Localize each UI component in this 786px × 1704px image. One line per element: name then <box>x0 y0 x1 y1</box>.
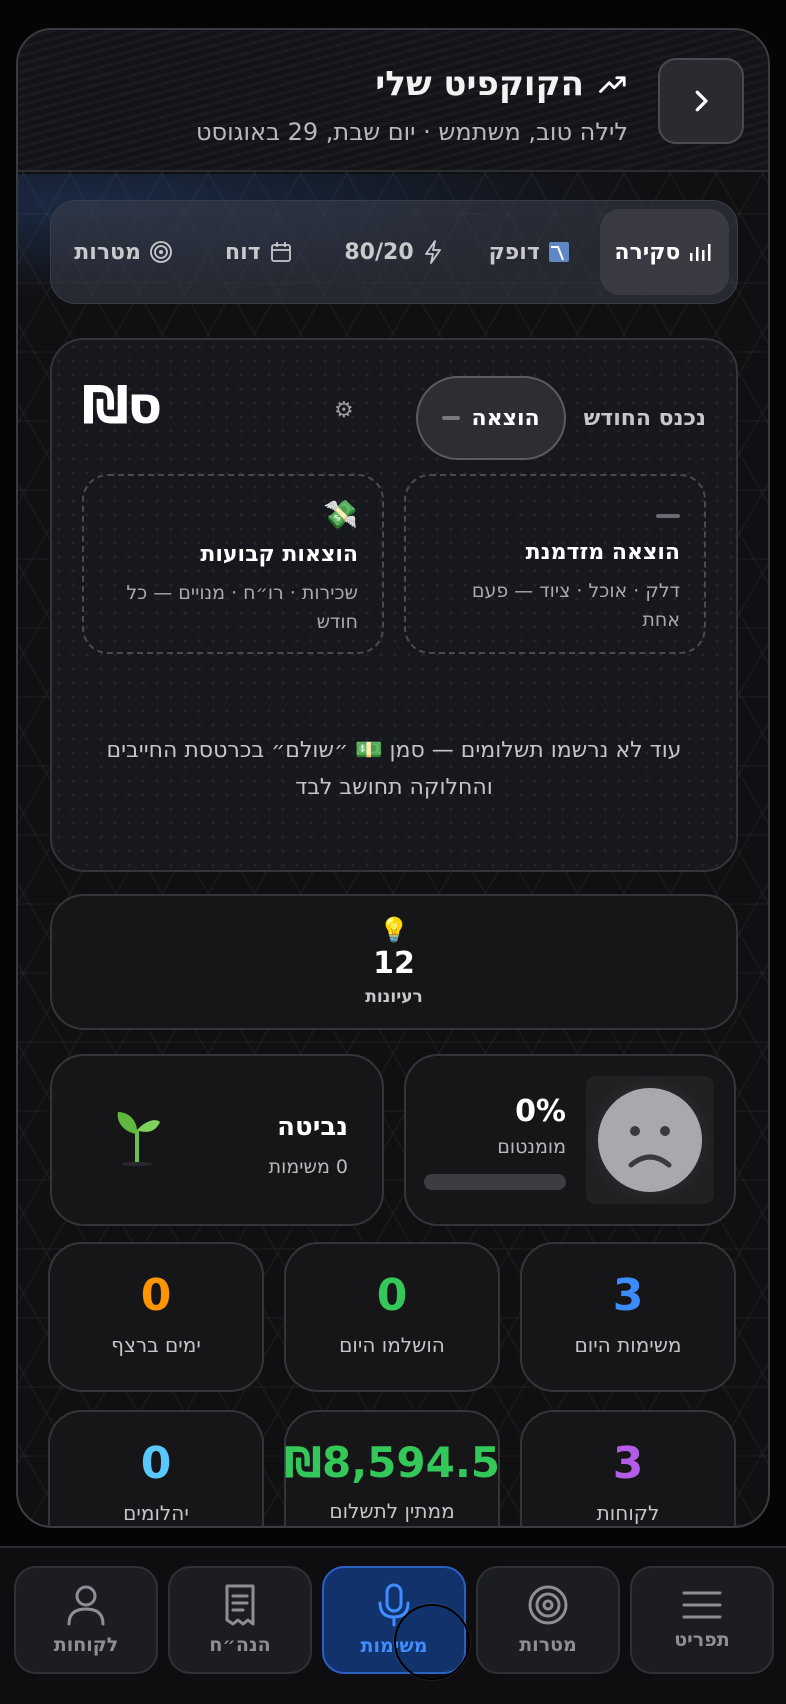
segment-expense[interactable]: הוצאה <box>415 376 566 460</box>
bar-chart-icon <box>688 241 714 263</box>
fixed-expenses-option[interactable]: 💸 הוצאות קבועות שכירות · רו״ח · מנויים —… <box>82 474 384 654</box>
stat-value: 0 <box>140 1438 172 1489</box>
budget-card: ₪ס ⚙ נכנס החודש הוצאה הוצאה מזדמנת דלק ·… <box>50 338 738 872</box>
minus-icon <box>441 416 460 420</box>
bottom-nav: תפריט מטרות משימות הנה״ח לקוחות <box>0 1546 786 1704</box>
user-icon <box>67 1585 105 1626</box>
chevron-right-icon <box>695 90 708 112</box>
stat-label: הושלמו היום <box>339 1333 445 1357</box>
income-expense-toggle: נכנס החודש הוצאה <box>415 376 706 460</box>
tab-label: דוח <box>224 239 261 265</box>
menu-icon <box>682 1591 722 1619</box>
app-frame: הקוקפיט שלי לילה טוב, משתמש · יום שבת, 2… <box>16 28 770 1528</box>
stat-streak-days[interactable]: 0 ימים ברצף <box>48 1242 264 1392</box>
tab-goals[interactable]: מטרות <box>59 209 188 295</box>
touch-indicator <box>394 1604 470 1680</box>
stat-label: משימות היום <box>574 1333 682 1357</box>
tab-pulse[interactable]: דופק <box>465 209 594 295</box>
option-subtitle: שכירות · רו״ח · מנויים — כל חודש <box>126 582 358 634</box>
sprout-icon <box>117 1112 160 1166</box>
stat-value: 0 <box>376 1270 408 1321</box>
momentum-value: 0% <box>515 1094 566 1129</box>
level-card: נביטה 0 משימות <box>50 1054 384 1226</box>
nav-label: הנה״ח <box>209 1634 271 1656</box>
tab-label: מטרות <box>74 239 141 265</box>
tab-label: דופק <box>488 239 540 265</box>
ideas-card[interactable]: 💡 12 רעיונות <box>50 894 738 1030</box>
stat-pending-payment[interactable]: ₪8,594.5 ממתין לתשלום <box>284 1410 500 1526</box>
stat-value: 0 <box>140 1270 172 1321</box>
tab-label: 80/20 <box>344 239 414 265</box>
tab-overview[interactable]: סקירה <box>599 209 729 295</box>
stat-label: יהלומים <box>123 1501 189 1525</box>
stat-value: 3 <box>612 1270 644 1321</box>
option-title: הוצאות קבועות <box>200 542 358 567</box>
shekel-logo: ₪ס <box>82 376 162 436</box>
pulse-chart-icon <box>548 241 570 263</box>
minus-icon <box>656 514 680 518</box>
momentum-card: 0% מומנטום <box>404 1054 736 1226</box>
money-wings-icon: 💸 <box>323 498 358 531</box>
stat-tasks-today[interactable]: 3 משימות היום <box>520 1242 736 1392</box>
stat-label: ימים ברצף <box>111 1333 201 1357</box>
sad-face-icon <box>586 1076 714 1204</box>
lightbulb-icon: 💡 <box>379 916 409 944</box>
momentum-label: מומנטום <box>497 1136 566 1158</box>
stat-value: 3 <box>612 1438 644 1489</box>
nav-label: מטרות <box>519 1634 577 1656</box>
receipt-icon <box>225 1584 255 1626</box>
gear-icon[interactable]: ⚙ <box>334 398 354 423</box>
momentum-progress-bar <box>424 1174 566 1190</box>
one-time-expense-option[interactable]: הוצאה מזדמנת דלק · אוכל · ציוד — פעם אחת <box>404 474 706 654</box>
page-title: הקוקפיט שלי <box>375 64 584 104</box>
segment-expense-label: הוצאה <box>471 405 540 431</box>
level-tasks: 0 משימות <box>268 1156 348 1178</box>
nav-goals[interactable]: מטרות <box>476 1566 620 1674</box>
stat-diamonds[interactable]: 0 יהלומים <box>48 1410 264 1526</box>
ideas-count: 12 <box>373 946 415 981</box>
back-button[interactable] <box>658 58 744 144</box>
nav-label: תפריט <box>674 1629 730 1651</box>
target-icon <box>149 240 173 264</box>
level-name: נביטה <box>277 1112 348 1142</box>
tab-report[interactable]: דוח <box>194 209 323 295</box>
nav-clients[interactable]: לקוחות <box>14 1566 158 1674</box>
tab-label: סקירה <box>614 239 681 265</box>
ideas-label: רעיונות <box>365 987 423 1007</box>
stat-clients[interactable]: 3 לקוחות <box>520 1410 736 1526</box>
option-subtitle: דלק · אוכל · ציוד — פעם אחת <box>471 580 680 632</box>
tab-bar: סקירה דופק 80/20 דוח מטרות <box>50 200 738 304</box>
stat-value: ₪8,594.5 <box>283 1438 500 1487</box>
nav-accounting[interactable]: הנה״ח <box>168 1566 312 1674</box>
payments-empty-note: עוד לא נרשמו תשלומים — סמן 💵 ״שולם״ בכרט… <box>106 738 682 801</box>
header: הקוקפיט שלי לילה טוב, משתמש · יום שבת, 2… <box>18 30 768 172</box>
stat-label: ממתין לתשלום <box>329 1499 455 1523</box>
greeting-subtitle: לילה טוב, משתמש · יום שבת, 29 באוגוסט <box>195 118 628 146</box>
trending-up-icon <box>599 76 626 93</box>
nav-label: לקוחות <box>53 1634 119 1656</box>
calendar-icon <box>269 240 293 264</box>
stat-label: לקוחות <box>596 1501 660 1525</box>
stat-completed-today[interactable]: 0 הושלמו היום <box>284 1242 500 1392</box>
nav-menu[interactable]: תפריט <box>630 1566 774 1674</box>
segment-income[interactable]: נכנס החודש <box>584 406 706 431</box>
lightning-icon <box>422 239 444 265</box>
option-title: הוצאה מזדמנת <box>525 540 680 565</box>
tab-8020[interactable]: 80/20 <box>329 209 458 295</box>
target-icon <box>528 1585 568 1625</box>
